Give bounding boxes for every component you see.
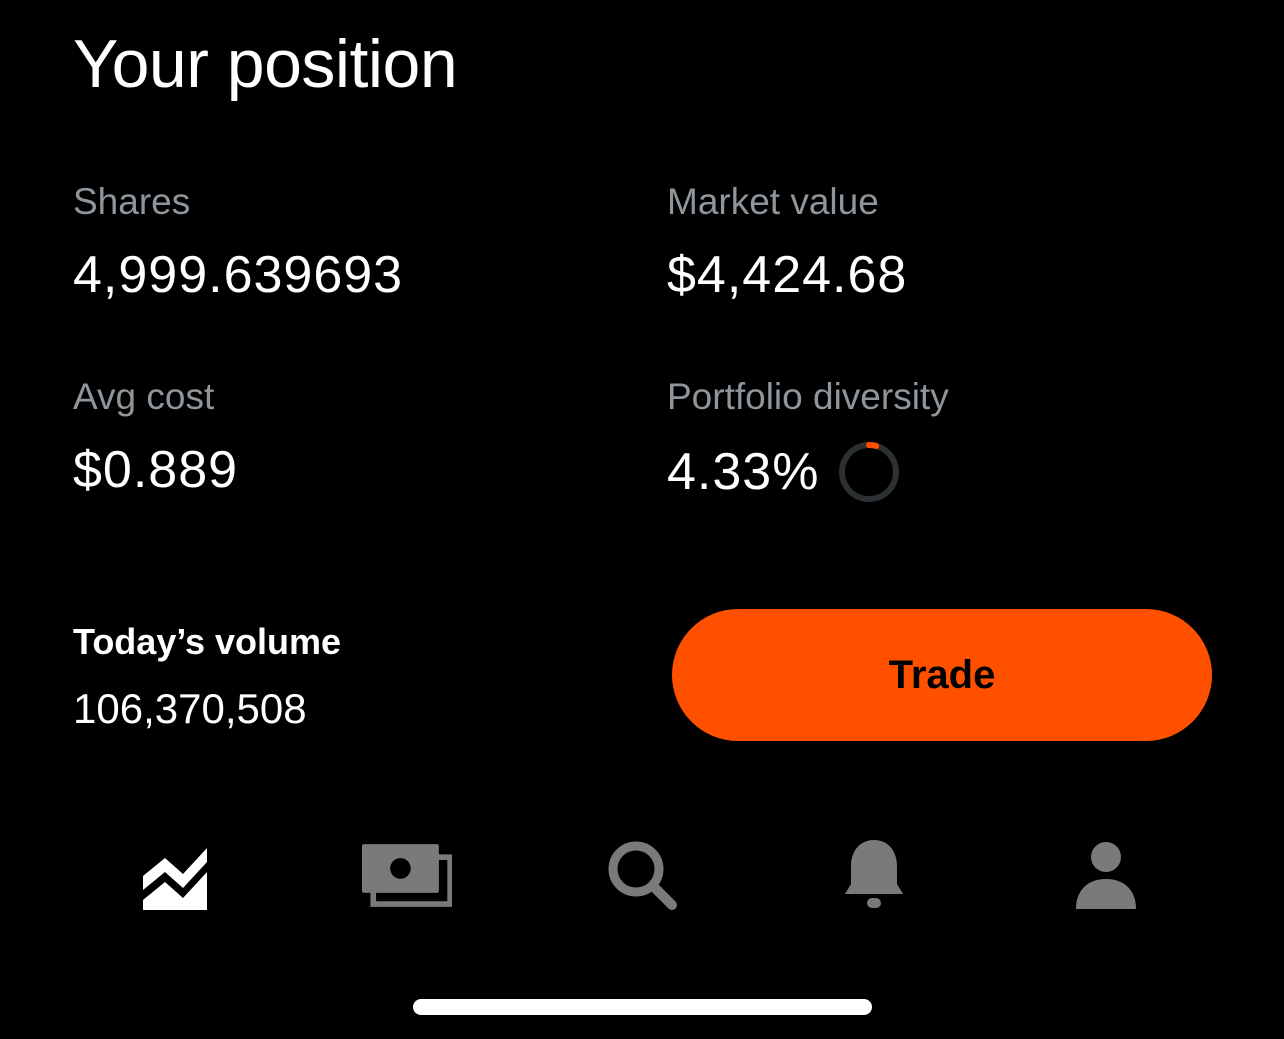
portfolio-diversity-value: 4.33%	[667, 443, 820, 501]
person-icon	[1076, 842, 1136, 909]
bottom-nav	[0, 820, 1284, 920]
search-icon	[608, 841, 677, 910]
avg-cost-label: Avg cost	[73, 376, 215, 417]
shares-label: Shares	[73, 181, 191, 222]
page-title: Your position	[73, 26, 458, 102]
avg-cost-value: $0.889	[73, 441, 239, 499]
diversity-ring-icon	[839, 442, 900, 502]
nav-item-account[interactable]	[1061, 830, 1151, 920]
nav-item-investing[interactable]	[130, 830, 220, 920]
nav-item-search[interactable]	[597, 830, 687, 920]
home-indicator[interactable]	[413, 999, 872, 1015]
diversity-ring-track	[839, 442, 900, 502]
portfolio-diversity-row[interactable]: 4.33%	[667, 440, 901, 504]
nav-item-notifications[interactable]	[829, 830, 919, 920]
bell-icon	[845, 840, 903, 908]
market-value-value: $4,424.68	[667, 246, 908, 304]
trade-button[interactable]: Trade	[672, 609, 1212, 741]
chart-icon	[143, 848, 207, 910]
volume-value: 106,370,508	[73, 685, 307, 732]
cash-icon	[362, 844, 452, 907]
volume-label: Today’s volume	[73, 621, 342, 662]
position-screen: Your position Shares 4,999.639693 Market…	[0, 0, 1284, 1039]
market-value-label: Market value	[667, 181, 879, 222]
nav-item-cash[interactable]	[362, 830, 452, 920]
portfolio-diversity-label: Portfolio diversity	[667, 376, 949, 417]
shares-value: 4,999.639693	[73, 246, 404, 304]
